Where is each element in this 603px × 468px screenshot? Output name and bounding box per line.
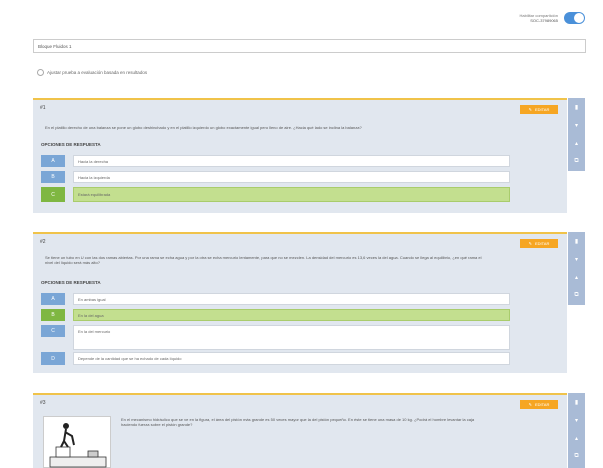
option-row[interactable]: C En la del mercurio <box>41 325 510 350</box>
option-text: En la del mercurio <box>73 325 510 350</box>
question-text: Se tiene un tubo en U con las dos ramas … <box>45 255 482 265</box>
hydraulic-illustration <box>43 416 111 468</box>
option-letter: B <box>41 309 65 321</box>
options-label: OPCIONES DE RESPUESTA <box>41 142 101 147</box>
trash-icon[interactable]: ▮ <box>568 232 585 250</box>
block-title-input[interactable] <box>33 39 586 53</box>
question-number: #3 <box>40 400 46 406</box>
option-letter: B <box>41 171 65 183</box>
option-letter: D <box>41 352 65 365</box>
question-actions-3: ▮ ▾ ▴ ⧉ <box>568 393 585 468</box>
arrow-down-icon[interactable]: ▾ <box>568 250 585 268</box>
option-text: En ambas igual <box>73 293 510 305</box>
option-text: En la del agua <box>73 309 510 321</box>
arrow-down-icon[interactable]: ▾ <box>568 116 585 134</box>
edit-label: EDITAR <box>534 402 550 407</box>
question-card-1: #1 ✎ EDITAR En el platillo derecho de una… <box>33 98 567 213</box>
option-letter: C <box>41 187 65 202</box>
adjust-option[interactable]: Ajustar prueba a evaluación basada en re… <box>37 69 147 76</box>
question-card-2: #2 ✎ EDITAR Se tiene un tubo en U con las… <box>33 232 567 373</box>
edit-button[interactable]: ✎ EDITAR <box>520 105 558 114</box>
option-row[interactable]: B Hacia la izquierda <box>41 171 510 183</box>
trash-icon[interactable]: ▮ <box>568 393 585 411</box>
option-row[interactable]: B En la del agua <box>41 309 510 321</box>
copy-icon[interactable]: ⧉ <box>568 447 585 465</box>
option-text: Hacia la derecha <box>73 155 510 167</box>
option-letter: A <box>41 293 65 305</box>
adjust-label: Ajustar prueba a evaluación basada en re… <box>47 70 148 75</box>
share-text: Habilitar compartición SOC-37989065 <box>520 13 558 23</box>
share-control: Habilitar compartición SOC-37989065 <box>520 12 585 24</box>
options-label: OPCIONES DE RESPUESTA <box>41 280 101 285</box>
arrow-up-icon[interactable]: ▴ <box>568 268 585 286</box>
option-row[interactable]: D Depende de la cantidad que se ha echad… <box>41 352 510 365</box>
option-row[interactable]: A En ambas igual <box>41 293 510 305</box>
arrow-down-icon[interactable]: ▾ <box>568 411 585 429</box>
trash-icon[interactable]: ▮ <box>568 98 585 116</box>
option-row[interactable]: A Hacia la derecha <box>41 155 510 167</box>
pencil-icon: ✎ <box>528 107 532 112</box>
share-code: SOC-37989065 <box>530 18 558 23</box>
edit-label: EDITAR <box>534 241 550 246</box>
arrow-up-icon[interactable]: ▴ <box>568 429 585 447</box>
question-text: En el platillo derecho de una balanza se… <box>45 125 362 130</box>
copy-icon[interactable]: ⧉ <box>568 152 585 170</box>
toggle-knob <box>574 13 584 23</box>
adjust-radio[interactable] <box>37 69 44 76</box>
hydraulic-drawing <box>49 423 107 468</box>
option-letter: C <box>41 325 65 337</box>
question-actions-2: ▮ ▾ ▴ ⧉ <box>568 232 585 305</box>
copy-icon[interactable]: ⧉ <box>568 286 585 304</box>
question-text: En el mecanismo hidráulico que se ve en … <box>121 417 475 427</box>
question-card-3: #3 ✎ EDITAR En el mecanismo hidráulico qu… <box>33 393 567 468</box>
question-number: #2 <box>40 239 46 245</box>
arrow-up-icon[interactable]: ▴ <box>568 134 585 152</box>
question-number: #1 <box>40 105 46 111</box>
option-text: Estará equilibrada <box>73 187 510 202</box>
question-actions-1: ▮ ▾ ▴ ⧉ <box>568 98 585 171</box>
edit-button[interactable]: ✎ EDITAR <box>520 400 558 409</box>
edit-label: EDITAR <box>534 107 550 112</box>
option-letter: A <box>41 155 65 167</box>
option-row[interactable]: C Estará equilibrada <box>41 187 510 202</box>
share-toggle[interactable] <box>564 12 585 24</box>
edit-button[interactable]: ✎ EDITAR <box>520 239 558 248</box>
pencil-icon: ✎ <box>528 402 532 407</box>
pencil-icon: ✎ <box>528 241 532 246</box>
option-text: Hacia la izquierda <box>73 171 510 183</box>
option-text: Depende de la cantidad que se ha echado … <box>73 352 510 365</box>
